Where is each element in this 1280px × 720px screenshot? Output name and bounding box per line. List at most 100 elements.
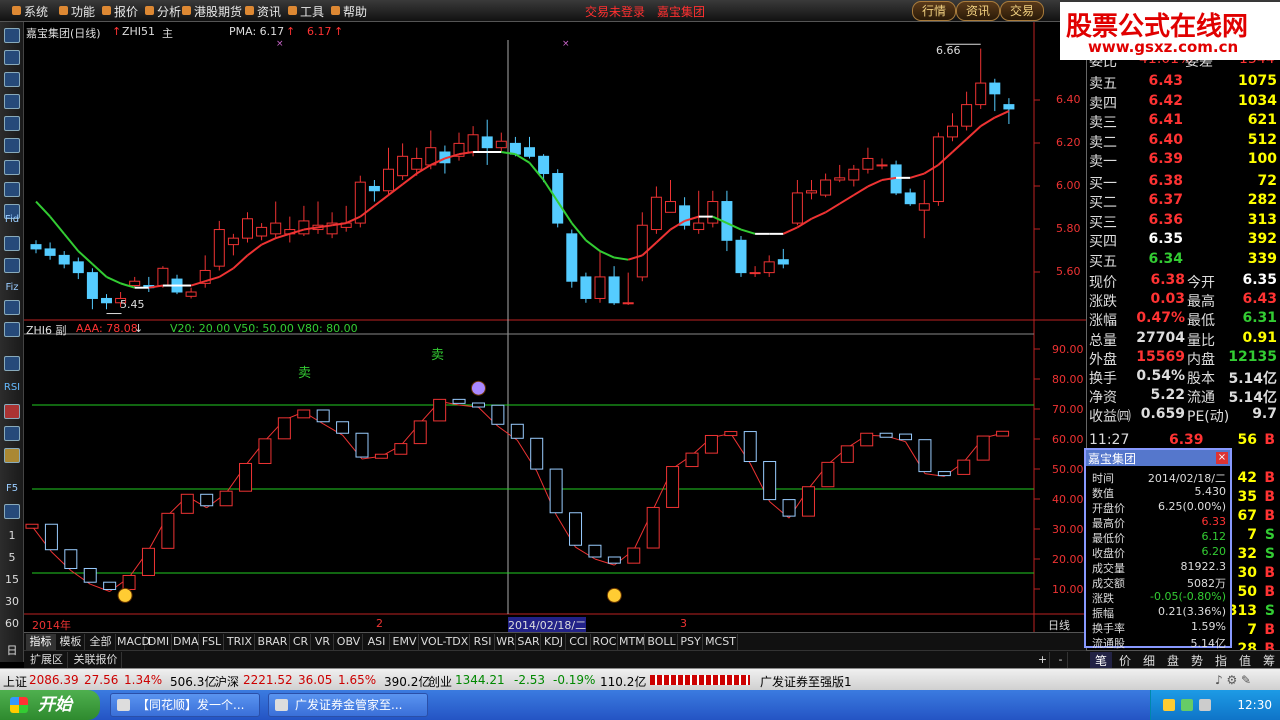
zhi6-box[interactable] bbox=[180, 493, 194, 514]
tab-psy[interactable]: PSY bbox=[679, 634, 703, 650]
candle-body[interactable] bbox=[665, 201, 676, 213]
candle-body[interactable] bbox=[411, 157, 423, 170]
bid-row[interactable]: 买二 6.37 282 bbox=[1089, 191, 1279, 211]
candle-body[interactable] bbox=[481, 136, 493, 149]
tab-macd[interactable]: MACD bbox=[117, 634, 150, 650]
zhi6-box[interactable] bbox=[258, 438, 272, 464]
candle-body[interactable] bbox=[961, 104, 973, 127]
period-30min[interactable]: 30 bbox=[0, 595, 24, 608]
zhi6-box[interactable] bbox=[336, 421, 350, 434]
candle-body[interactable] bbox=[58, 254, 70, 265]
tab-mtm[interactable]: MTM bbox=[619, 634, 645, 650]
candle-body[interactable] bbox=[495, 140, 507, 149]
sidebar-tab[interactable]: 值 bbox=[1234, 652, 1256, 669]
zhi6-box[interactable] bbox=[879, 432, 893, 438]
zhi6-box[interactable] bbox=[782, 499, 796, 517]
tab-related-quote[interactable]: 关联报价 bbox=[70, 652, 122, 668]
info-popup-title[interactable]: 嘉宝集团 bbox=[1086, 450, 1230, 466]
sidebar-tab[interactable]: 势 bbox=[1186, 652, 1208, 669]
tab-wr[interactable]: WR bbox=[496, 634, 516, 650]
formula-icon[interactable] bbox=[4, 300, 20, 315]
zhi6-box[interactable] bbox=[471, 402, 485, 408]
tab-全部[interactable]: 全部 bbox=[86, 634, 116, 650]
candle-body[interactable] bbox=[749, 272, 761, 275]
sidebar-tab[interactable]: 笔 bbox=[1090, 652, 1112, 669]
zhi6-box[interactable] bbox=[743, 431, 757, 463]
ask-row[interactable]: 卖五 6.43 1075 bbox=[1089, 72, 1279, 92]
candle-body[interactable] bbox=[467, 134, 479, 153]
candle-body[interactable] bbox=[368, 185, 380, 192]
candle-body[interactable] bbox=[298, 220, 310, 235]
candle-body[interactable] bbox=[693, 222, 705, 231]
tab-dma[interactable]: DMA bbox=[173, 634, 199, 650]
tab-emv[interactable]: EMV bbox=[391, 634, 419, 650]
zhi6-box[interactable] bbox=[25, 523, 39, 529]
window-icon[interactable] bbox=[4, 504, 20, 519]
zhi6-box[interactable] bbox=[530, 437, 544, 470]
candle-body[interactable] bbox=[44, 248, 56, 256]
sidebar-tab[interactable]: 细 bbox=[1138, 652, 1160, 669]
news-button[interactable]: 资讯 bbox=[956, 1, 1000, 21]
candle-body[interactable] bbox=[30, 244, 42, 250]
tray-network-icon[interactable] bbox=[1181, 699, 1193, 711]
tab-boll[interactable]: BOLL bbox=[646, 634, 678, 650]
zhi6-box[interactable] bbox=[103, 581, 117, 590]
zhi6-box[interactable] bbox=[219, 490, 233, 507]
tray-app-icon[interactable] bbox=[1163, 699, 1175, 711]
sz-index-name[interactable]: 沪深 bbox=[215, 673, 239, 690]
bid-row[interactable]: 买五 6.34 339 bbox=[1089, 250, 1279, 270]
zhi6-box[interactable] bbox=[666, 466, 680, 508]
candle-body[interactable] bbox=[594, 276, 606, 299]
candle-body[interactable] bbox=[86, 272, 98, 299]
period-15min[interactable]: 15 bbox=[0, 573, 24, 586]
bid-row[interactable]: 买三 6.36 313 bbox=[1089, 211, 1279, 231]
zhi6-box[interactable] bbox=[161, 512, 175, 549]
candle-body[interactable] bbox=[101, 297, 112, 304]
settings-icon[interactable] bbox=[4, 322, 20, 337]
tab-kdj[interactable]: KDJ bbox=[542, 634, 566, 650]
zhi6-box[interactable] bbox=[549, 468, 563, 514]
status-tools-icon[interactable]: ♪ ⚙ ✎ bbox=[1215, 673, 1251, 687]
candle-body[interactable] bbox=[791, 192, 803, 224]
candle-body[interactable] bbox=[806, 190, 817, 194]
menu-analysis[interactable]: 分析 bbox=[143, 3, 181, 20]
zhi6-box[interactable] bbox=[374, 453, 388, 459]
start-button[interactable]: 开始 bbox=[0, 690, 100, 720]
zhi6-box[interactable] bbox=[627, 547, 641, 564]
task-ths[interactable]: 【同花顺】发一个... bbox=[110, 693, 260, 717]
chart-area[interactable]: 嘉宝集团(日线) ↑ ZHI51 主 PMA: 6.17 ↑ 6.17 ↑ × … bbox=[24, 22, 1086, 633]
candle-body[interactable] bbox=[509, 142, 521, 155]
candle-body[interactable] bbox=[862, 157, 874, 170]
zhi6-box[interactable] bbox=[685, 452, 699, 468]
zhi6-box[interactable] bbox=[510, 423, 524, 439]
candle-body[interactable] bbox=[848, 168, 860, 181]
candle-body[interactable] bbox=[242, 218, 253, 239]
candle-body[interactable] bbox=[157, 267, 169, 287]
period-5min[interactable]: 5 bbox=[0, 551, 24, 564]
pen-icon[interactable] bbox=[4, 448, 20, 463]
bid-row[interactable]: 买一 6.38 72 bbox=[1089, 172, 1279, 192]
zhi6-box[interactable] bbox=[83, 567, 97, 583]
zhi6-box[interactable] bbox=[122, 574, 136, 590]
menu-quote[interactable]: 报价 bbox=[100, 3, 138, 20]
candle-body[interactable] bbox=[834, 177, 846, 181]
menu-help[interactable]: 帮助 bbox=[329, 3, 367, 20]
zhi6-box[interactable] bbox=[937, 471, 951, 477]
zhi6-box[interactable] bbox=[840, 445, 854, 463]
tab-vol-tdx[interactable]: VOL-TDX bbox=[420, 634, 470, 650]
table-icon[interactable] bbox=[4, 116, 20, 131]
zhi6-box[interactable] bbox=[704, 434, 718, 454]
candle-body[interactable] bbox=[975, 82, 987, 106]
ask-row[interactable]: 卖三 6.41 621 bbox=[1089, 111, 1279, 131]
ask-row[interactable]: 卖一 6.39 100 bbox=[1089, 150, 1279, 170]
candle-body[interactable] bbox=[763, 261, 775, 274]
main-indicator-name[interactable]: ZHI51 bbox=[122, 25, 155, 38]
candle-body[interactable] bbox=[876, 164, 888, 167]
tab-extension-area[interactable]: 扩展区 bbox=[26, 652, 68, 668]
candle-body[interactable] bbox=[989, 82, 1001, 95]
trade-button[interactable]: 交易 bbox=[1000, 1, 1044, 21]
tab-rsi[interactable]: RSI bbox=[471, 634, 495, 650]
zhi6-box[interactable] bbox=[141, 547, 155, 576]
ask-row[interactable]: 卖二 6.40 512 bbox=[1089, 131, 1279, 151]
task-gf[interactable]: 广发证券金管家至... bbox=[268, 693, 428, 717]
